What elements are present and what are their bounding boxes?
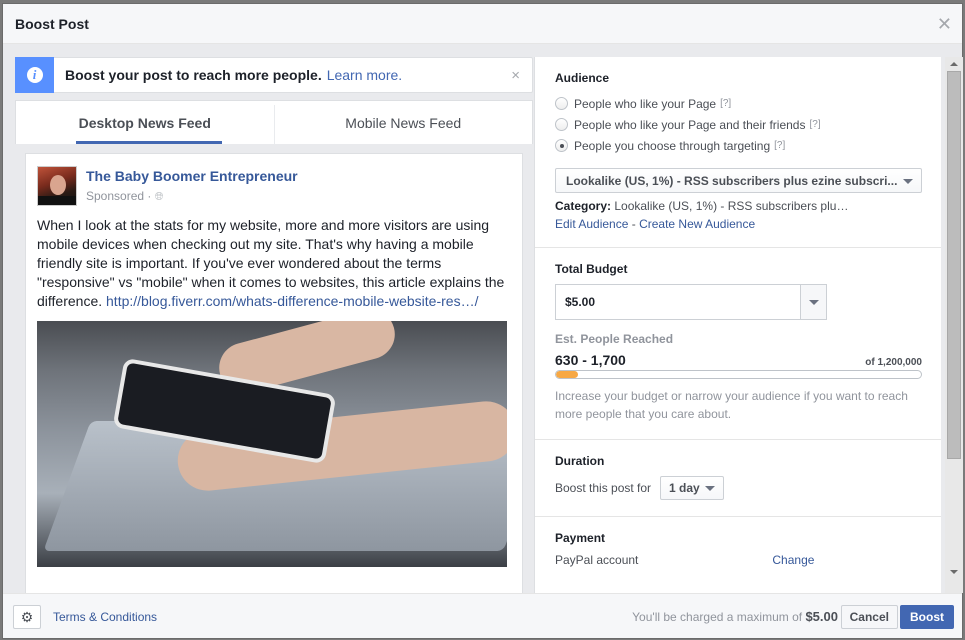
reach-total: of 1,200,000 <box>865 357 922 368</box>
charge-notice: You'll be charged a maximum of $5.00 <box>632 609 838 624</box>
duration-section: Duration Boost this post for 1 day <box>535 440 941 517</box>
settings-scrollbar[interactable] <box>945 57 963 593</box>
close-icon[interactable]: ✕ <box>937 14 952 35</box>
terms-link[interactable]: Terms & Conditions <box>53 610 157 624</box>
audience-option-page-likers[interactable]: People who like your Page [?] <box>555 93 921 114</box>
reach-bar-fill <box>556 371 578 378</box>
dialog-title: Boost Post <box>15 16 89 32</box>
chevron-down-icon <box>903 179 913 184</box>
audience-category: Category: Lookalike (US, 1%) - RSS subsc… <box>555 199 849 213</box>
budget-heading: Total Budget <box>555 262 628 276</box>
dialog-footer: ⚙ Terms & Conditions You'll be charged a… <box>3 593 962 638</box>
settings-panel: Audience People who like your Page [?] P… <box>534 57 941 593</box>
scroll-up-arrow-icon[interactable] <box>945 57 963 71</box>
payment-method: PayPal account <box>555 553 639 567</box>
scrollbar-thumb[interactable] <box>947 71 961 459</box>
learn-more-link[interactable]: Learn more. <box>327 67 402 83</box>
duration-dropdown[interactable]: 1 day <box>660 476 724 500</box>
audience-option-page-likers-friends[interactable]: People who like your Page and their frie… <box>555 114 921 135</box>
tab-mobile-news-feed[interactable]: Mobile News Feed <box>273 105 533 145</box>
payment-section: Payment PayPal account Change <box>535 517 941 583</box>
page-avatar[interactable] <box>37 166 77 206</box>
notice-close-icon[interactable]: × <box>511 67 520 84</box>
create-audience-link[interactable]: Create New Audience <box>639 217 755 231</box>
duration-heading: Duration <box>555 454 605 468</box>
payment-heading: Payment <box>555 531 606 545</box>
reach-bar <box>555 370 922 379</box>
change-payment-link[interactable]: Change <box>772 553 814 567</box>
sponsored-label: Sponsored · <box>86 189 152 203</box>
scroll-down-arrow-icon[interactable] <box>945 565 963 579</box>
help-link[interactable]: [?] <box>720 98 731 109</box>
feed-preview: The Baby Boomer Entrepreneur Sponsored ·… <box>15 144 533 593</box>
audience-dropdown[interactable]: Lookalike (US, 1%) - RSS subscribers plu… <box>555 168 922 193</box>
tab-desktop-news-feed[interactable]: Desktop News Feed <box>16 101 274 144</box>
budget-hint: Increase your budget or narrow your audi… <box>555 389 908 421</box>
radio-button[interactable] <box>555 97 568 110</box>
duration-label: Boost this post for <box>555 481 652 495</box>
notice-message: Boost your post to reach more people. <box>65 67 322 83</box>
edit-audience-link[interactable]: Edit Audience <box>555 217 628 231</box>
boost-notice: i Boost your post to reach more people. … <box>15 57 533 93</box>
radio-button-checked[interactable] <box>555 139 568 152</box>
post-text: When I look at the stats for my website,… <box>37 216 511 311</box>
budget-section: Total Budget $5.00 Est. People Reached 6… <box>535 248 941 440</box>
charge-amount: $5.00 <box>805 609 838 624</box>
boost-post-dialog: Boost Post ✕ i Boost your post to reach … <box>2 3 963 639</box>
cancel-button[interactable]: Cancel <box>840 605 898 629</box>
boost-button[interactable]: Boost <box>900 605 954 629</box>
page-name-link[interactable]: The Baby Boomer Entrepreneur <box>86 168 298 184</box>
chevron-down-icon[interactable] <box>800 285 826 319</box>
reach-range: 630 - 1,700 <box>555 352 626 368</box>
help-link[interactable]: [?] <box>774 140 785 151</box>
post-image[interactable] <box>37 321 507 567</box>
chevron-down-icon <box>704 485 715 491</box>
post-meta: Sponsored · 🌐︎ <box>86 189 298 204</box>
gear-icon[interactable]: ⚙ <box>13 605 41 629</box>
audience-section: Audience People who like your Page [?] P… <box>535 57 941 248</box>
info-icon: i <box>15 57 54 93</box>
help-link[interactable]: [?] <box>809 119 820 130</box>
preview-tabs: Desktop News Feed Mobile News Feed <box>15 100 533 145</box>
budget-dropdown[interactable]: $5.00 <box>555 284 827 320</box>
audience-links: Edit Audience - Create New Audience <box>555 217 756 231</box>
dialog-header: Boost Post ✕ <box>3 4 962 44</box>
audience-heading: Audience <box>555 71 610 85</box>
radio-button[interactable] <box>555 118 568 131</box>
post-preview: The Baby Boomer Entrepreneur Sponsored ·… <box>25 153 523 593</box>
post-link[interactable]: http://blog.fiverr.com/whats-difference-… <box>106 293 478 309</box>
audience-option-targeting[interactable]: People you choose through targeting [?] <box>555 135 921 156</box>
globe-icon: 🌐︎ <box>154 191 164 203</box>
est-people-reached-label: Est. People Reached <box>555 332 674 346</box>
preview-panel: i Boost your post to reach more people. … <box>15 57 533 593</box>
